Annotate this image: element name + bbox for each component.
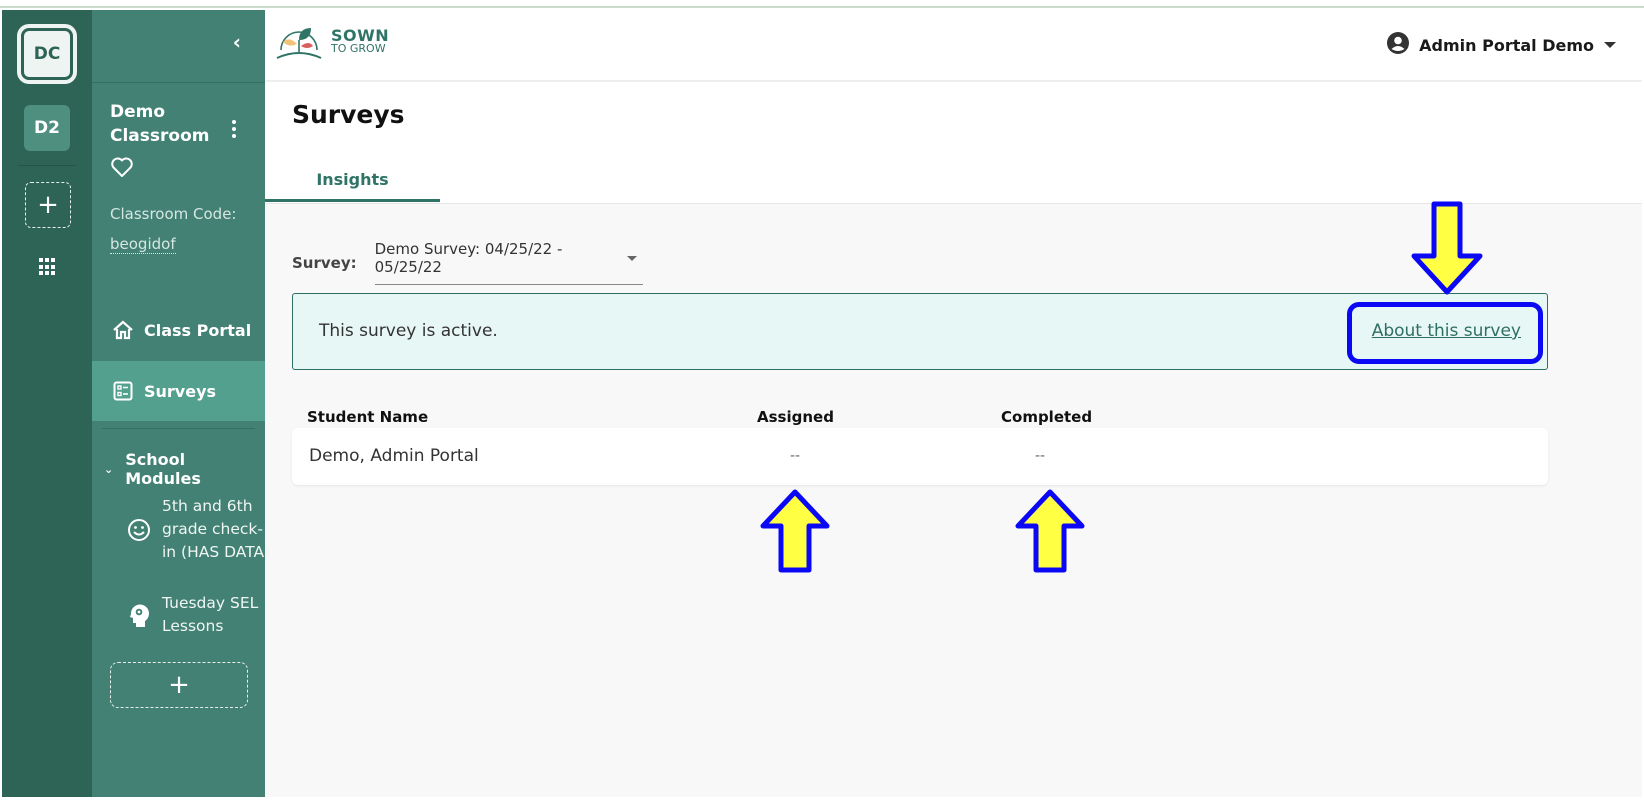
user-account-icon [1387, 32, 1410, 58]
user-name: Admin Portal Demo [1419, 35, 1594, 55]
workspace-d2[interactable]: D2 [24, 105, 70, 151]
page-title: Surveys [292, 100, 405, 129]
user-menu[interactable]: Admin Portal Demo [1387, 32, 1616, 58]
cell-completed: -- [1035, 448, 1046, 464]
panel-divider [102, 428, 255, 429]
smiley-icon [126, 518, 152, 542]
column-header-assigned[interactable]: Assigned [757, 408, 834, 426]
more-options-icon[interactable] [232, 120, 238, 138]
survey-selector-row: Survey: Demo Survey: 04/25/22 - 05/25/22 [292, 240, 643, 285]
survey-dropdown[interactable]: Demo Survey: 04/25/22 - 05/25/22 [374, 240, 643, 285]
app-frame: DC D2 + ‹ Demo Classroom Classroom Code:… [2, 10, 1642, 797]
module-label: 5th and 6th grade check-in (HAS DATA) [162, 497, 271, 561]
add-module-button[interactable]: + [110, 662, 248, 708]
school-modules-label: School Modules [125, 450, 201, 488]
nav-surveys-label: Surveys [144, 381, 217, 401]
tab-insights[interactable]: Insights [265, 160, 440, 202]
alert-text: This survey is active. [319, 321, 498, 341]
chevron-down-icon: ⌄ [104, 462, 114, 476]
classroom-code-label: Classroom Code: [110, 205, 237, 223]
annotation-arrow-up-icon [760, 489, 830, 573]
plus-icon: + [37, 190, 59, 220]
home-icon [110, 320, 136, 340]
table-row[interactable]: Demo, Admin Portal -- -- [292, 428, 1548, 485]
cell-assigned: -- [790, 448, 801, 464]
classroom-panel: ‹ Demo Classroom Classroom Code: beogido… [92, 10, 270, 797]
sown-to-grow-logo[interactable]: SOWN TO GROW [275, 22, 389, 62]
annotation-highlight-box [1347, 302, 1543, 364]
column-header-student-name[interactable]: Student Name [307, 408, 428, 426]
nav-class-portal-label: Class Portal [144, 320, 252, 340]
window-top-border [0, 0, 1644, 8]
nav-class-portal[interactable]: Class Portal [92, 300, 265, 360]
add-workspace-button[interactable]: + [25, 182, 71, 228]
caret-down-icon [1604, 42, 1616, 48]
annotation-arrow-down-icon [1411, 201, 1483, 295]
logo-line1: SOWN [331, 26, 390, 45]
nav-surveys[interactable]: Surveys [92, 361, 265, 421]
column-header-completed[interactable]: Completed [1001, 408, 1092, 426]
head-gear-icon [126, 602, 152, 628]
rail-divider [18, 165, 76, 166]
page-header: Surveys Insights [265, 82, 1642, 204]
classroom-name: Demo Classroom [110, 102, 210, 146]
caret-down-icon [626, 255, 637, 261]
annotation-arrow-up-icon [1015, 489, 1085, 573]
grid-icon[interactable] [39, 258, 57, 276]
chevron-left-icon[interactable]: ‹ [233, 30, 241, 54]
workspace-dc[interactable]: DC [21, 28, 73, 80]
module-item[interactable]: 5th and 6th grade check-in (HAS DATA) [126, 495, 272, 564]
logo-line2: TO GROW [331, 42, 386, 55]
module-label: Tuesday SEL Lessons [162, 594, 259, 635]
list-icon [110, 381, 136, 401]
classroom-code-value[interactable]: beogidof [110, 235, 176, 254]
module-item[interactable]: Tuesday SEL Lessons [126, 592, 262, 638]
top-header: SOWN TO GROW Admin Portal Demo [265, 10, 1642, 80]
heart-icon[interactable] [110, 156, 134, 182]
plus-icon: + [168, 670, 190, 700]
school-modules-toggle[interactable]: ⌄ School Modules [104, 450, 265, 488]
sprout-logo-icon [276, 28, 322, 59]
workspace-rail: DC D2 + [2, 10, 92, 797]
panel-header: ‹ [92, 10, 265, 83]
survey-label: Survey: [292, 253, 357, 272]
survey-selected-value: Demo Survey: 04/25/22 - 05/25/22 [374, 240, 563, 276]
cell-student-name: Demo, Admin Portal [309, 446, 479, 466]
